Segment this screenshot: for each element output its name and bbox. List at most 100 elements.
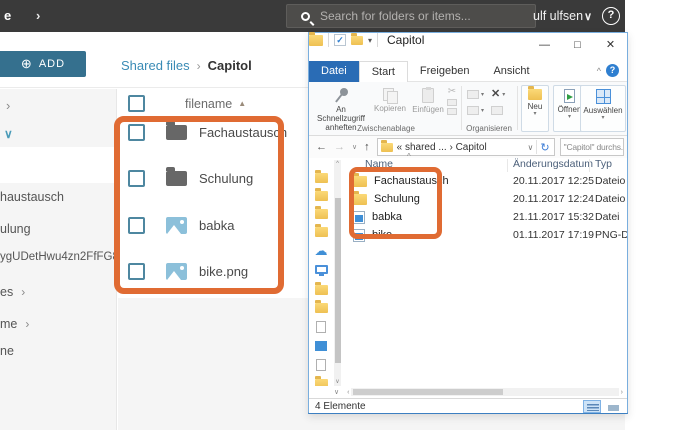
up-icon[interactable]: ↑ (364, 141, 370, 153)
address-box[interactable]: « shared ... › Capitol ∨ ↻ (376, 138, 555, 156)
chevron-down-icon[interactable]: ∨ (584, 10, 592, 23)
move-to-button[interactable]: ▾ (467, 90, 484, 99)
open-label: Öffnen (557, 105, 582, 114)
folder-icon[interactable] (314, 188, 328, 201)
folder-icon[interactable] (314, 206, 328, 219)
topbar-breadcrumb-fragment[interactable]: e (4, 8, 11, 23)
folder-icon[interactable] (314, 300, 328, 313)
sidebar-item-fachaustausch[interactable]: haustausch (0, 190, 116, 204)
help-icon[interactable]: ? (606, 64, 619, 77)
screen: e › ulf ulfsen ∨ ? ⊕ ADD Shared files › … (0, 0, 700, 430)
tab-ansicht[interactable]: Ansicht (481, 61, 541, 82)
chevron-right-icon[interactable]: › (6, 98, 10, 113)
thumbnail-view-button[interactable] (604, 400, 622, 413)
back-icon[interactable]: ← (316, 141, 327, 153)
group-separator (517, 86, 518, 130)
sidebar-item-ne[interactable]: ne (0, 344, 14, 358)
copy-to-button[interactable]: ▾ (467, 106, 484, 115)
paste-shortcut-icon[interactable] (447, 108, 457, 115)
tab-freigeben[interactable]: Freigeben (408, 61, 482, 82)
copy-button[interactable]: Kopieren (371, 88, 409, 113)
collapse-ribbon-icon[interactable]: ^ (597, 66, 601, 76)
scroll-down-icon[interactable]: ∨ (334, 388, 339, 396)
global-search[interactable] (286, 4, 536, 28)
add-button[interactable]: ⊕ ADD (0, 51, 86, 77)
clipboard-group-label: Zwischenablage (357, 124, 415, 133)
horizontal-scrollbar[interactable]: ∨ ‹ › (309, 386, 627, 398)
maximize-button[interactable]: □ (561, 33, 594, 58)
document-icon[interactable] (316, 321, 326, 333)
new-folder-button[interactable]: Neu ▾ (521, 85, 549, 132)
window-title: Capitol (387, 33, 425, 47)
separator (536, 140, 538, 154)
details-view-icon (587, 404, 599, 411)
forward-icon[interactable]: → (334, 141, 345, 153)
tab-datei[interactable]: Datei (309, 61, 359, 82)
sidebar-item-token[interactable]: ygUDetHwu4zn2FfFG8kylI850 (0, 251, 116, 263)
plus-circle-icon: ⊕ (20, 56, 33, 71)
search-input[interactable] (320, 9, 520, 23)
folder-icon[interactable] (314, 282, 328, 295)
address-path[interactable]: « shared ... › Capitol (397, 142, 487, 153)
explorer-search-box[interactable]: "Capitol" durchs... (559, 138, 624, 156)
copy-icon (383, 88, 398, 104)
folder-icon (380, 139, 393, 152)
sidebar-active-item[interactable] (0, 147, 116, 183)
column-date[interactable]: Änderungsdatum (513, 158, 593, 170)
breadcrumb: Shared files › Capitol (121, 58, 252, 73)
scissors-icon[interactable]: ✂ (448, 87, 456, 97)
close-button[interactable]: ✕ (594, 33, 627, 58)
chevron-down-icon[interactable]: ∨ (528, 143, 534, 152)
column-type[interactable]: Typ (595, 158, 612, 170)
new-folder-icon[interactable] (351, 32, 363, 45)
folder-icon[interactable] (314, 170, 328, 183)
scroll-down-icon[interactable]: ∨ (334, 378, 341, 385)
separator (328, 33, 329, 47)
nav-pane[interactable]: ☁ ^ ∨ (309, 160, 345, 386)
paste-button[interactable]: Einfügen (409, 87, 447, 114)
file-date: 20.11.2017 12:24 (513, 193, 594, 205)
onedrive-cloud-icon[interactable]: ☁ (313, 244, 329, 257)
history-chevron-icon[interactable]: ∨ (352, 143, 357, 151)
sort-asc-icon: ▲ (238, 99, 247, 108)
chevron-down-icon[interactable]: ∨ (4, 127, 13, 141)
chevron-down-icon[interactable]: ▾ (368, 36, 372, 45)
refresh-icon[interactable]: ↻ (540, 141, 549, 154)
folder-icon[interactable] (314, 376, 328, 386)
minimize-button[interactable]: — (528, 33, 561, 58)
sidebar-item-schulung[interactable]: ulung (0, 222, 116, 236)
path-current[interactable]: Capitol (456, 142, 487, 153)
select-button[interactable]: Auswählen ▾ (580, 85, 626, 132)
details-view-button[interactable] (583, 400, 601, 413)
user-menu[interactable]: ulf ulfsen (533, 9, 583, 23)
document-icon[interactable] (316, 359, 326, 371)
explorer-titlebar[interactable]: ✓ ▾ Capitol — □ ✕ (309, 31, 627, 61)
chevron-down-icon: ▾ (502, 91, 506, 98)
nav-scrollbar[interactable]: ^ ∨ (334, 160, 341, 386)
breadcrumb-shared-files[interactable]: Shared files (121, 58, 190, 73)
scroll-up-icon[interactable]: ^ (334, 161, 341, 167)
chevron-down-icon: ▾ (481, 107, 485, 114)
scrollbar-track[interactable] (351, 388, 619, 396)
help-icon[interactable]: ? (602, 7, 620, 25)
column-separator[interactable] (507, 159, 508, 172)
this-pc-icon[interactable] (314, 265, 328, 276)
file-date: 21.11.2017 15:32 (513, 211, 594, 223)
path-separator: › (449, 141, 453, 153)
rename-button[interactable] (491, 106, 503, 115)
properties-icon[interactable]: ✓ (334, 34, 346, 46)
tab-start[interactable]: Start (358, 61, 408, 82)
column-separator[interactable] (589, 159, 590, 172)
copy-path-icon[interactable] (447, 99, 457, 106)
path-parent[interactable]: shared ... (405, 142, 447, 153)
scroll-right-icon[interactable]: › (621, 389, 623, 396)
drive-icon[interactable] (315, 341, 327, 351)
sidebar-item-me[interactable]: me › (0, 317, 29, 331)
scroll-left-icon[interactable]: ‹ (347, 389, 349, 396)
delete-button[interactable]: ✕ ▾ (491, 89, 505, 100)
scrollbar-thumb[interactable] (353, 389, 504, 395)
ribbon: An Schnellzugriff anheften Kopieren Einf… (309, 82, 627, 136)
folder-icon[interactable] (314, 224, 328, 237)
sidebar-item-es[interactable]: es › (0, 285, 25, 299)
scrollbar-thumb[interactable] (334, 198, 341, 363)
